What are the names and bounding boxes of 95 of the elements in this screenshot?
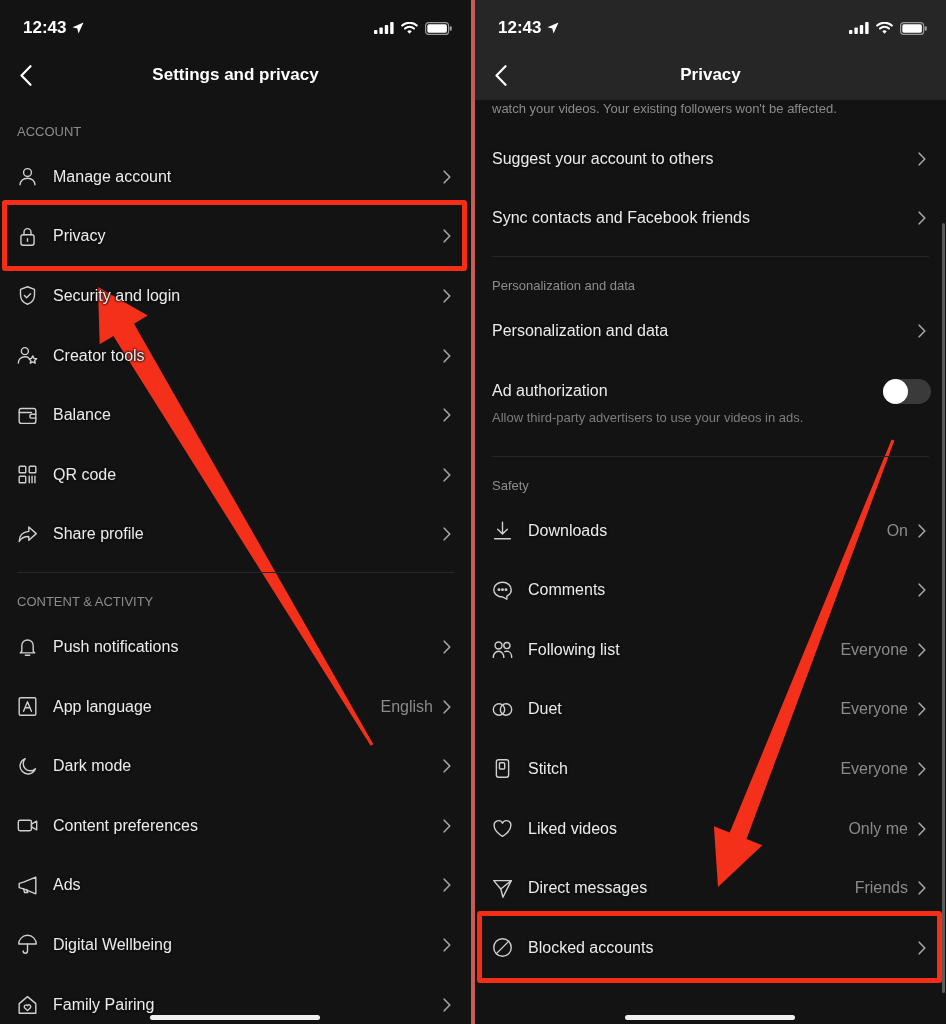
setting-description: Allow third-party advertisers to use your videos in ads. xyxy=(492,409,804,425)
chevron-right-icon xyxy=(443,527,451,542)
prohibited-icon xyxy=(492,937,513,959)
section-header: CONTENT & ACTIVITY xyxy=(16,593,155,612)
screen-title: Settings and privacy xyxy=(151,65,320,85)
setting-value: Everyone xyxy=(840,640,908,659)
two-people-icon xyxy=(492,639,513,661)
padlock-icon xyxy=(17,225,38,247)
setting-item[interactable]: App language xyxy=(53,697,152,716)
chevron-right-icon xyxy=(918,523,926,538)
moon-icon xyxy=(17,755,38,777)
chevron-right-icon xyxy=(918,702,926,717)
chevron-right-icon xyxy=(443,937,451,952)
setting-item[interactable]: Content preferences xyxy=(53,816,198,835)
setting-item[interactable]: Personalization and data xyxy=(492,322,669,340)
setting-item[interactable]: Direct messages xyxy=(528,879,648,898)
back-chevron-icon xyxy=(495,64,507,86)
signal-icon xyxy=(849,22,869,34)
setting-item[interactable]: Downloads xyxy=(528,521,608,540)
chevron-right-icon xyxy=(443,997,451,1012)
chevron-right-icon xyxy=(918,211,926,226)
setting-value: Everyone xyxy=(840,700,908,719)
chevron-right-icon xyxy=(443,699,451,714)
location-arrow-icon xyxy=(72,22,85,34)
setting-item[interactable]: Blocked accounts xyxy=(528,938,654,957)
setting-item[interactable]: Comments xyxy=(528,581,606,600)
battery-icon xyxy=(900,21,927,35)
wifi-icon xyxy=(876,22,893,34)
share-arrow-icon xyxy=(17,523,38,545)
wifi-icon xyxy=(401,22,418,34)
person-icon xyxy=(17,166,38,188)
chevron-right-icon xyxy=(443,878,451,893)
download-icon xyxy=(492,520,513,542)
chevron-right-icon xyxy=(918,761,926,776)
chevron-right-icon xyxy=(918,881,926,896)
setting-item[interactable]: Privacy xyxy=(53,227,106,246)
chevron-right-icon xyxy=(918,324,926,338)
chevron-right-icon xyxy=(918,642,926,657)
toggle-switch[interactable] xyxy=(883,378,931,404)
chevron-right-icon xyxy=(443,289,451,303)
shield-check-icon xyxy=(17,285,38,307)
setting-item[interactable]: Duet xyxy=(528,700,562,719)
setting-item[interactable]: QR code xyxy=(53,465,117,484)
status-time: 12:43 xyxy=(498,18,542,38)
screen-title: Privacy xyxy=(679,65,742,85)
chevron-right-icon xyxy=(918,151,926,166)
back-chevron-icon xyxy=(20,64,32,86)
chevron-right-icon xyxy=(918,583,926,598)
heart-icon xyxy=(492,818,513,840)
chevron-right-icon xyxy=(443,169,451,184)
setting-item[interactable]: Share profile xyxy=(53,525,144,544)
person-star-icon xyxy=(17,345,38,367)
setting-value: On xyxy=(886,521,908,540)
setting-value: Friends xyxy=(854,879,908,898)
setting-item[interactable]: Liked videos xyxy=(528,819,617,838)
setting-value: Everyone xyxy=(840,759,908,778)
megaphone-icon xyxy=(17,874,38,896)
setting-value: Only me xyxy=(848,819,908,838)
status-time: 12:43 xyxy=(23,18,67,38)
chevron-right-icon xyxy=(443,467,451,482)
setting-label: Ad authorization xyxy=(492,381,608,400)
letter-square-icon xyxy=(17,696,38,718)
chevron-right-icon xyxy=(443,229,451,244)
section-header: Safety xyxy=(491,476,530,495)
setting-item[interactable]: Manage account xyxy=(53,167,172,186)
paper-plane-icon xyxy=(492,877,513,899)
setting-item[interactable]: Following list xyxy=(528,640,620,659)
setting-item[interactable]: Suggest your account to others xyxy=(492,149,714,168)
chevron-right-icon xyxy=(443,348,451,363)
chevron-right-icon xyxy=(443,818,451,833)
chevron-right-icon xyxy=(443,759,451,774)
location-arrow-icon xyxy=(547,22,560,34)
bell-icon xyxy=(17,636,38,658)
setting-item[interactable]: Ads xyxy=(53,876,81,895)
setting-item[interactable]: Digital Wellbeing xyxy=(53,935,172,954)
chevron-right-icon xyxy=(443,639,451,654)
setting-item[interactable]: Stitch xyxy=(528,759,568,778)
section-header: ACCOUNT xyxy=(16,123,83,141)
chevron-right-icon xyxy=(918,940,926,955)
battery-icon xyxy=(425,21,452,35)
umbrella-icon xyxy=(17,934,38,956)
section-header: Personalization and data xyxy=(491,277,637,296)
setting-item[interactable]: Balance xyxy=(53,406,111,425)
chevron-right-icon xyxy=(443,408,451,423)
chevron-right-icon xyxy=(918,821,926,836)
qr-code-icon xyxy=(17,464,38,486)
description-text: watch your videos. Your existing followers won't be affected. xyxy=(492,101,837,116)
setting-item[interactable]: Sync contacts and Facebook friends xyxy=(492,209,750,228)
house-heart-icon xyxy=(17,994,38,1015)
speech-bubble-icon xyxy=(492,579,513,601)
setting-item[interactable]: Dark mode xyxy=(53,757,132,776)
setting-item[interactable]: Push notifications xyxy=(53,637,179,656)
setting-item[interactable]: Family Pairing xyxy=(53,995,155,1014)
setting-value: English xyxy=(380,697,433,716)
signal-icon xyxy=(374,22,394,34)
